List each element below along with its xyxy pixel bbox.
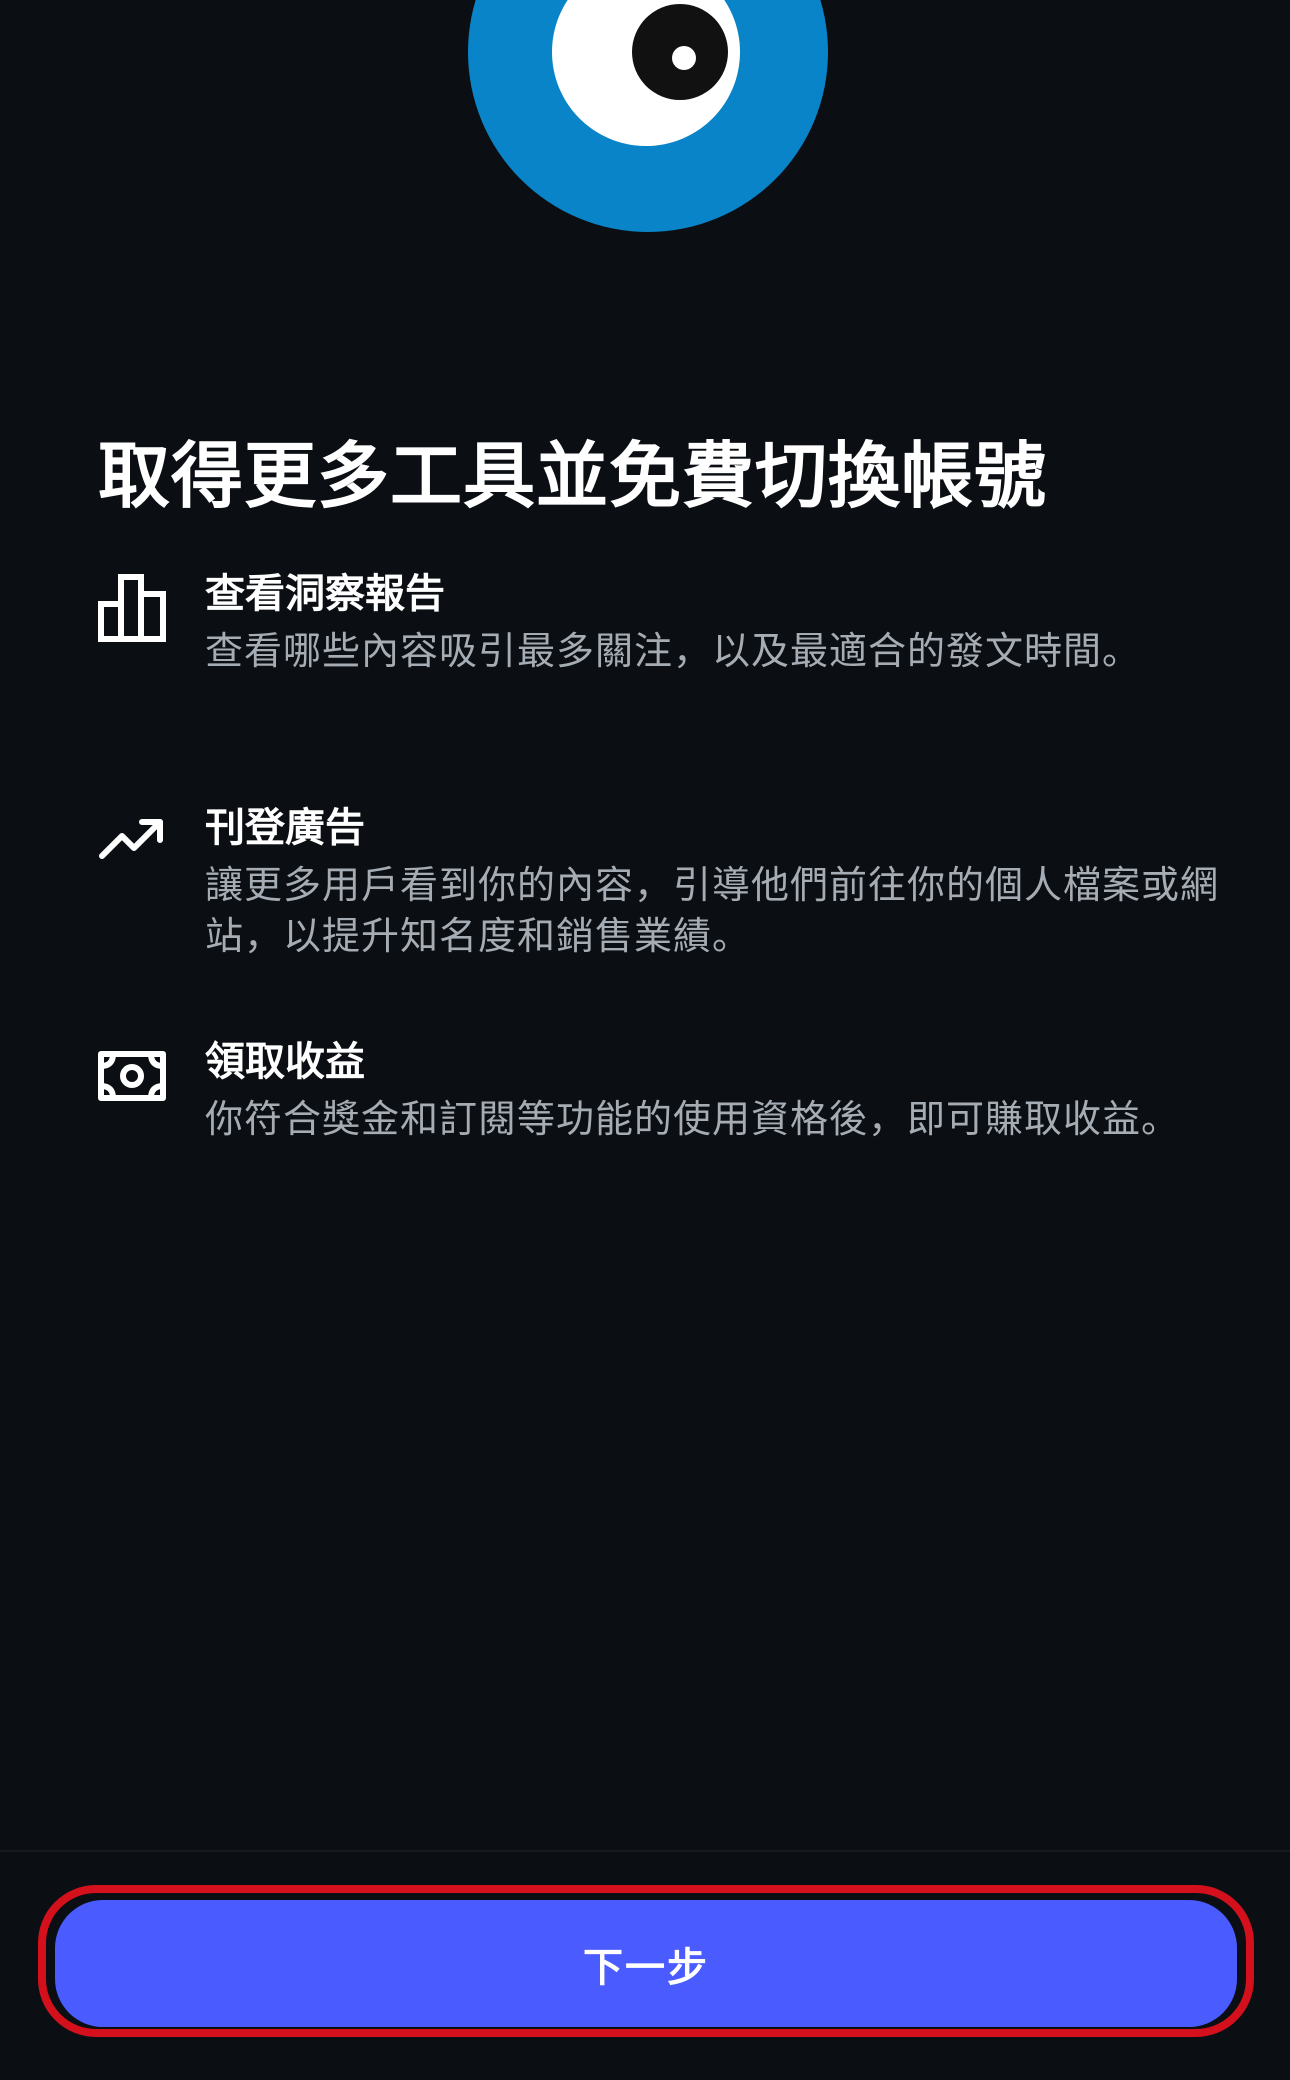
next-button[interactable]: 下一步 [55,1900,1237,2027]
hero-illustration [0,0,1290,260]
footer-divider [0,1850,1290,1852]
money-icon [98,1042,166,1110]
feature-description: 讓更多用戶看到你的內容，引導他們前往你的個人檔案或網站，以提升知名度和銷售業績。 [205,863,1220,958]
feature-title: 領取收益 [205,1039,365,1085]
trending-up-icon [98,808,166,876]
bar-chart-icon [98,574,166,642]
feature-title: 刊登廣告 [205,805,365,851]
feature-title: 查看洞察報告 [205,571,445,617]
eye-logo-icon [468,0,828,232]
feature-description: 你符合獎金和訂閱等功能的使用資格後，即可賺取收益。 [205,1097,1181,1141]
feature-description: 查看哪些內容吸引最多關注，以及最適合的發文時間。 [205,629,1142,673]
page-title: 取得更多工具並免費切換帳號 [98,434,1048,518]
